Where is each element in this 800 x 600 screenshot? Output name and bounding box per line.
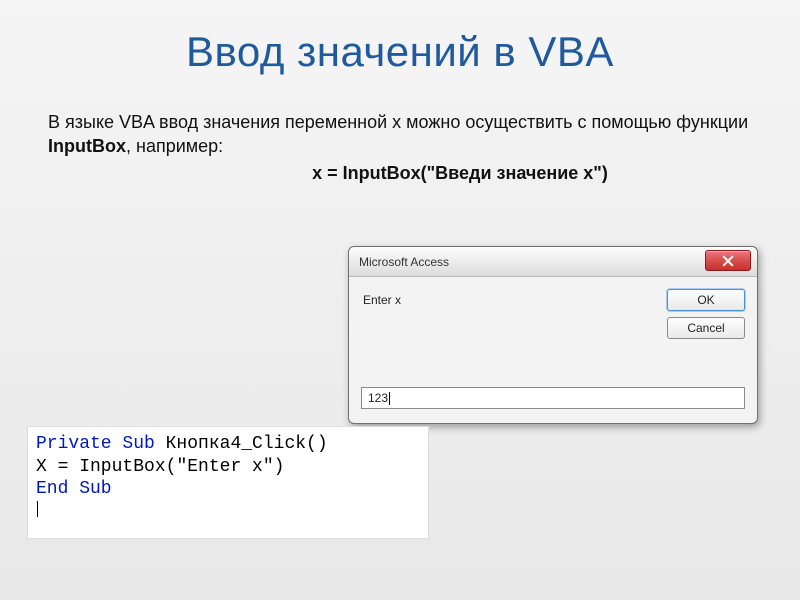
desc-text-post: , например: [126, 136, 223, 156]
code-line-2: X = InputBox("Enter x") [36, 456, 420, 479]
dialog-title: Microsoft Access [359, 255, 449, 269]
keyword: Private Sub [36, 434, 155, 454]
cancel-button[interactable]: Cancel [667, 317, 745, 339]
example-line: x = InputBox("Введи значение x") [0, 163, 800, 184]
dialog-prompt: Enter x [363, 293, 401, 307]
code-identifier: Кнопка4_Click() [155, 434, 328, 454]
slide-title: Ввод значений в VBA [0, 0, 800, 76]
code-line-3: End Sub [36, 478, 420, 501]
code-text: X = InputBox( [36, 457, 176, 477]
desc-text-pre: В языке VBA ввод значения переменной x м… [48, 112, 748, 132]
code-line-4 [36, 501, 420, 525]
keyword: End Sub [36, 479, 112, 499]
close-button[interactable] [705, 250, 751, 271]
desc-bold: InputBox [48, 136, 126, 156]
description: В языке VBA ввод значения переменной x м… [48, 110, 752, 159]
code-block: Private Sub Кнопка4_Click() X = InputBox… [28, 427, 428, 538]
text-caret [389, 392, 390, 405]
dialog-body: Enter x OK Cancel 123 [349, 277, 757, 423]
inputbox-dialog: Microsoft Access Enter x OK Cancel 123 [348, 246, 758, 424]
ok-button[interactable]: OK [667, 289, 745, 311]
close-icon [722, 255, 734, 267]
code-string: "Enter x" [176, 457, 273, 477]
dialog-input-value: 123 [368, 391, 388, 405]
text-caret [37, 501, 38, 517]
code-text: ) [274, 457, 285, 477]
code-line-1: Private Sub Кнопка4_Click() [36, 433, 420, 456]
dialog-titlebar: Microsoft Access [349, 247, 757, 277]
dialog-input[interactable]: 123 [361, 387, 745, 409]
